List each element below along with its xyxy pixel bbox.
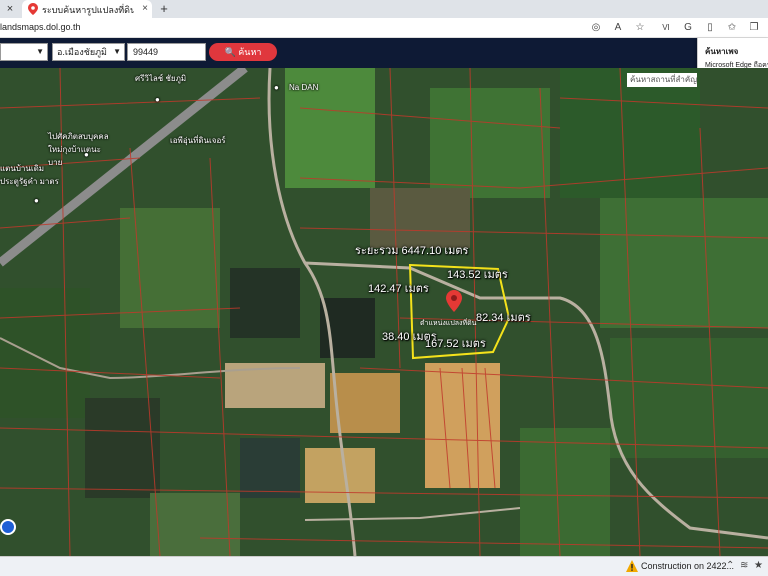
tab-strip: × ระบบค้นหารูปแปลงที่ดิน (LandsMaps) × + bbox=[0, 0, 768, 18]
poi-label-na-dan[interactable]: Na DAN bbox=[289, 83, 318, 92]
top-edge-label: 143.52 เมตร bbox=[447, 269, 508, 281]
site-navbar: ▼ อ.เมืองชัยภูมิ ▼ 99449 🔍 ค้นหา bbox=[0, 38, 768, 68]
search-icon: 🔍 bbox=[224, 47, 236, 57]
edge-copilot-icon[interactable]: G bbox=[680, 20, 696, 36]
tab-landsmaps[interactable]: ระบบค้นหารูปแปลงที่ดิน (LandsMaps) × bbox=[22, 0, 152, 18]
location-pin-icon bbox=[28, 3, 38, 15]
bottom-edge-label: 167.52 เมตร bbox=[425, 338, 486, 350]
tab-close-icon[interactable]: × bbox=[142, 2, 148, 16]
parcel-location-label: ตำแหน่งแปลงที่ดิน bbox=[420, 320, 477, 327]
wifi-icon[interactable]: ≋ bbox=[740, 560, 748, 571]
info-icon[interactable]: ◎ bbox=[588, 20, 604, 36]
close-icon[interactable]: × bbox=[2, 1, 18, 17]
satellite-map[interactable]: ค้นหาสถานที่สำคัญ ● Na DAN ศรีวิไลช์ ชัย… bbox=[0, 68, 768, 556]
left-edge-label: 142.47 เมตร bbox=[368, 283, 429, 295]
count-badge[interactable]: VI bbox=[658, 20, 674, 36]
poi-pin-icon[interactable]: ● bbox=[84, 150, 89, 159]
split-screen-icon[interactable]: ▯ bbox=[702, 20, 718, 36]
district-select-value: อ.เมืองชัยภูมิ bbox=[57, 47, 107, 57]
warning-icon[interactable] bbox=[626, 560, 638, 572]
location-pin-icon[interactable] bbox=[446, 290, 462, 312]
parcel-number-input[interactable]: 99449 bbox=[127, 43, 206, 61]
poi-label-2[interactable]: เอพีอุ่นที่ดินเจอร์ bbox=[170, 134, 226, 147]
panel-title: ค้นหาเพจ bbox=[705, 47, 739, 56]
read-aloud-icon[interactable]: A bbox=[610, 20, 626, 36]
poi-label-srivilai[interactable]: ศรีวิไลช์ ชัยภูมิ bbox=[135, 72, 186, 85]
address-bar-row: landsmaps.dol.go.th ◎ A ☆ VI G ▯ ✩ ❐ bbox=[0, 18, 768, 38]
favorites-icon[interactable]: ☆ bbox=[632, 20, 648, 36]
poi-label-3[interactable]: แตนบ้านเดิม ประตูรัฐคำ มาตร bbox=[0, 162, 60, 188]
province-select[interactable]: ▼ bbox=[0, 43, 48, 61]
chevron-down-icon: ▼ bbox=[113, 47, 121, 56]
search-button[interactable]: 🔍 ค้นหา bbox=[209, 43, 277, 61]
total-distance-label: ระยะรวม 6447.10 เมตร bbox=[355, 245, 469, 257]
poi-pin-icon[interactable]: ● bbox=[34, 196, 39, 205]
traffic-notification[interactable]: Construction on 2422... bbox=[641, 561, 734, 571]
address-bar-url[interactable]: landsmaps.dol.go.th bbox=[0, 22, 81, 32]
taskbar: Construction on 2422... ⌃ ≋ ★ bbox=[0, 556, 768, 576]
chevron-down-icon: ▼ bbox=[36, 47, 44, 56]
place-search-input[interactable]: ค้นหาสถานที่สำคัญ bbox=[627, 73, 697, 87]
district-select[interactable]: อ.เมืองชัยภูมิ ▼ bbox=[52, 43, 125, 61]
tab-title: ระบบค้นหารูปแปลงที่ดิน (LandsMaps) bbox=[42, 5, 134, 15]
right-edge-label: 82.34 เมตร bbox=[476, 312, 531, 324]
search-button-label: ค้นหา bbox=[238, 47, 262, 57]
my-location-button[interactable] bbox=[0, 519, 16, 535]
poi-pin-icon[interactable]: ● bbox=[274, 83, 279, 92]
poi-pin-icon[interactable]: ● bbox=[155, 95, 160, 104]
new-tab-button[interactable]: + bbox=[156, 1, 172, 17]
map-imagery bbox=[0, 68, 768, 556]
collections-icon[interactable]: ❐ bbox=[746, 20, 762, 36]
up-arrow-icon[interactable]: ⌃ bbox=[726, 560, 734, 571]
star-icon[interactable]: ★ bbox=[754, 560, 763, 571]
add-favorite-icon[interactable]: ✩ bbox=[724, 20, 740, 36]
